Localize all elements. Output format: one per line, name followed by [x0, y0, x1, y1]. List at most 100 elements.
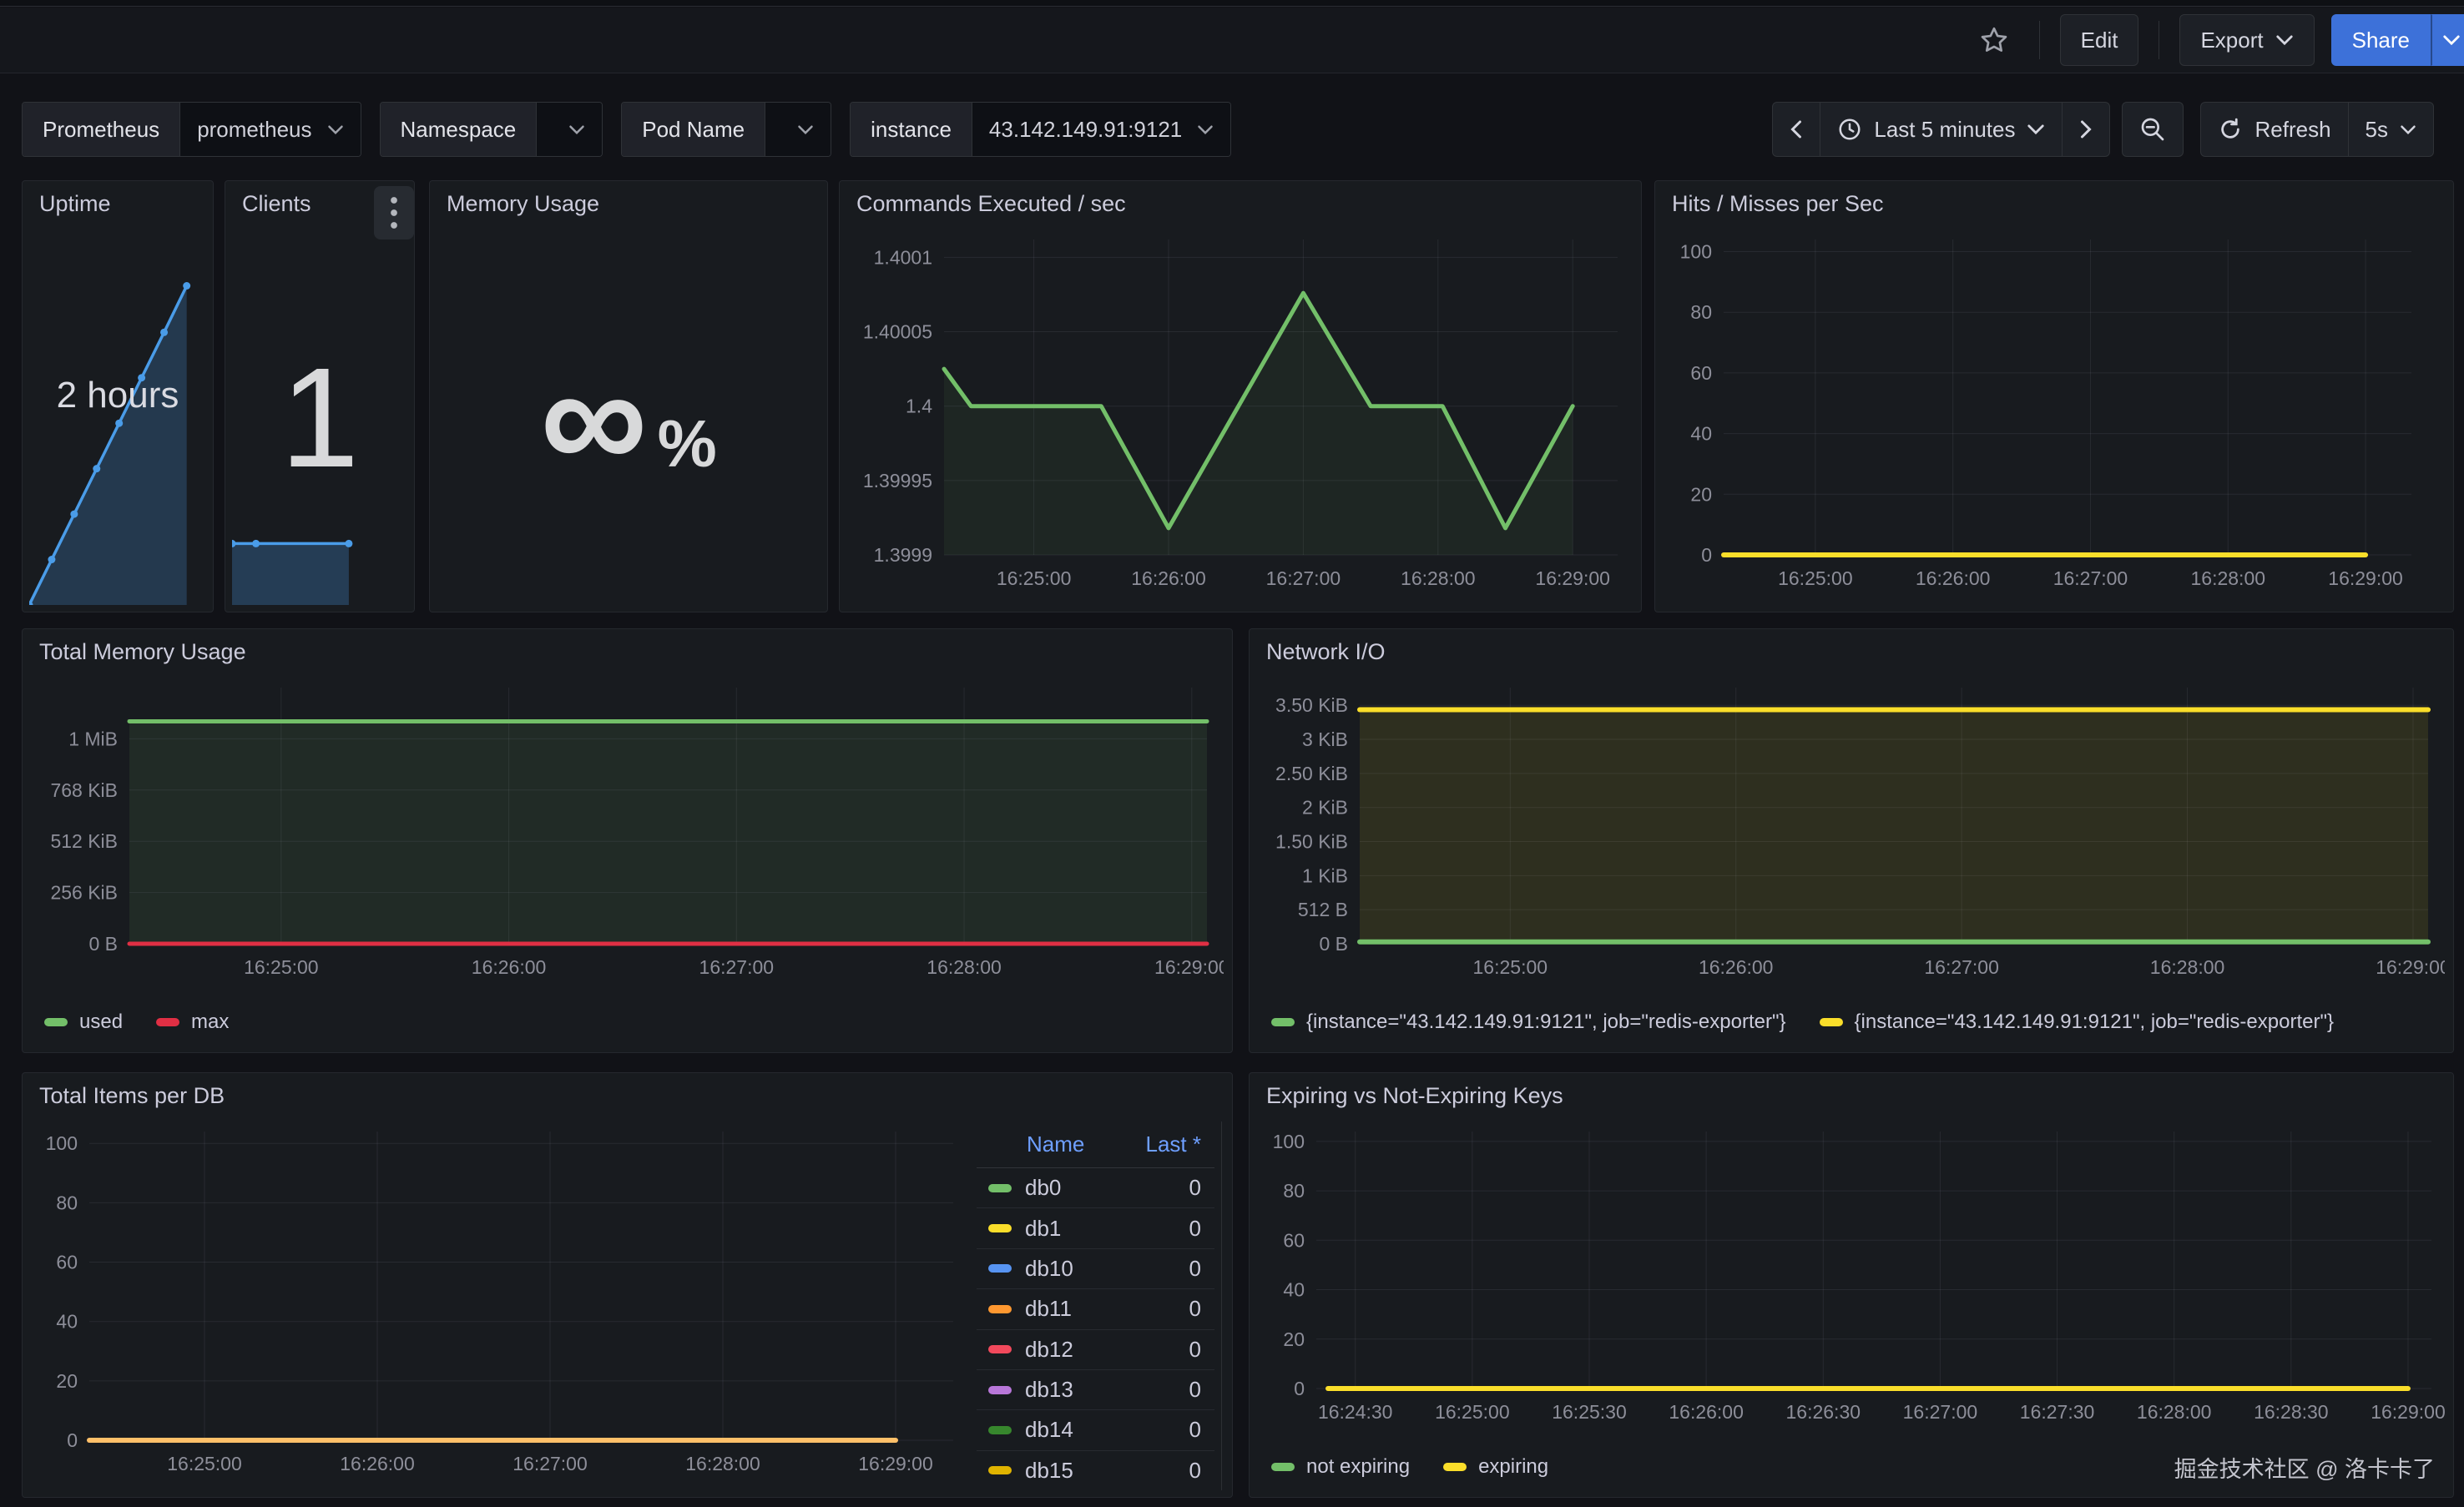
zoom-out-time-button[interactable]: [2122, 102, 2184, 157]
panel-hits-misses: Hits / Misses per Sec 16:25:0016:26:0016…: [1654, 180, 2454, 612]
series-swatch: [988, 1184, 1012, 1192]
table-row-db1[interactable]: db1 0: [977, 1208, 1214, 1248]
edit-button[interactable]: Edit: [2060, 14, 2139, 66]
svg-text:16:29:00: 16:29:00: [2328, 567, 2403, 589]
svg-text:16:27:00: 16:27:00: [1266, 567, 1341, 589]
svg-text:512 KiB: 512 KiB: [50, 830, 118, 852]
svg-text:80: 80: [56, 1192, 78, 1213]
series-swatch: [1820, 1018, 1843, 1026]
chevron-down-icon: [327, 124, 344, 135]
time-shift-back-button[interactable]: [1772, 102, 1820, 157]
time-range-label: Last 5 minutes: [1874, 117, 2015, 143]
table-row-db10[interactable]: db10 0: [977, 1249, 1214, 1289]
memory-usage-unit: %: [658, 406, 717, 482]
svg-text:16:29:00: 16:29:00: [1535, 567, 1610, 589]
table-row-db14[interactable]: db14 0: [977, 1410, 1214, 1450]
network-io-chart[interactable]: 16:25:0016:26:0016:27:0016:28:0016:29:00…: [1258, 674, 2445, 992]
legend-item-expiring[interactable]: expiring: [1443, 1455, 1548, 1479]
svg-text:40: 40: [1283, 1279, 1305, 1301]
svg-text:0 B: 0 B: [1319, 933, 1348, 955]
export-button[interactable]: Export: [2179, 14, 2314, 66]
table-row-db0[interactable]: db0 0: [977, 1168, 1214, 1208]
panel-commands-executed: Commands Executed / sec 16:25:0016:26:00…: [839, 180, 1642, 612]
svg-text:16:28:00: 16:28:00: [2191, 567, 2266, 589]
svg-text:1.39995: 1.39995: [863, 470, 932, 491]
svg-text:16:26:00: 16:26:00: [1131, 567, 1206, 589]
svg-text:16:27:00: 16:27:00: [699, 956, 775, 978]
panel-uptime-title[interactable]: Uptime: [23, 181, 213, 226]
legend-label: used: [79, 1011, 123, 1034]
svg-text:16:25:30: 16:25:30: [1552, 1401, 1627, 1423]
share-menu-button[interactable]: [2431, 14, 2464, 66]
legend-label: {instance="43.142.149.91:9121", job="red…: [1306, 1011, 1786, 1034]
expiring-keys-chart[interactable]: 16:24:3016:25:0016:25:3016:26:0016:26:30…: [1258, 1118, 2445, 1437]
table-row-db11[interactable]: db11 0: [977, 1289, 1214, 1329]
favorite-star-button[interactable]: [1969, 14, 2019, 66]
series-swatch: [1271, 1463, 1295, 1471]
svg-text:0 B: 0 B: [88, 933, 118, 955]
refresh-interval-dropdown[interactable]: 5s: [2348, 102, 2434, 157]
legend-item-not-expiring[interactable]: not expiring: [1271, 1455, 1410, 1479]
time-shift-forward-button[interactable]: [2062, 102, 2110, 157]
panel-menu-button[interactable]: [374, 186, 414, 239]
svg-text:16:24:30: 16:24:30: [1318, 1401, 1393, 1423]
db-value: 0: [1189, 1337, 1214, 1363]
svg-text:20: 20: [1690, 483, 1712, 505]
chevron-down-icon: [1197, 124, 1214, 135]
svg-text:16:29:00: 16:29:00: [2371, 1401, 2445, 1423]
variable-pod-name-label: Pod Name: [622, 103, 765, 156]
panel-memory-usage-title[interactable]: Memory Usage: [430, 181, 827, 226]
table-row-db12[interactable]: db12 0: [977, 1330, 1214, 1370]
total-items-legend-table: Name Last * db0 0 db1 0 db10 0 db11 0 db…: [977, 1121, 1222, 1490]
svg-text:40: 40: [1690, 423, 1712, 445]
legend-label: not expiring: [1306, 1455, 1410, 1479]
db-value: 0: [1189, 1417, 1214, 1443]
legend-item-network-in[interactable]: {instance="43.142.149.91:9121", job="red…: [1271, 1011, 1786, 1034]
total-memory-chart[interactable]: 16:25:0016:26:0016:27:0016:28:0016:29:00…: [31, 674, 1224, 992]
panel-total-items-title[interactable]: Total Items per DB: [23, 1073, 1232, 1118]
panel-network-io-title[interactable]: Network I/O: [1250, 629, 2453, 674]
variable-pod-name-dropdown[interactable]: [765, 103, 831, 156]
series-swatch: [1443, 1463, 1467, 1471]
panel-total-memory-title[interactable]: Total Memory Usage: [23, 629, 1232, 674]
variable-namespace-label: Namespace: [381, 103, 537, 156]
share-button[interactable]: Share: [2331, 14, 2431, 66]
svg-text:16:27:00: 16:27:00: [512, 1453, 588, 1474]
panel-clients: Clients 1: [225, 180, 415, 612]
svg-text:1.50 KiB: 1.50 KiB: [1275, 831, 1348, 853]
panel-expiring-keys-title[interactable]: Expiring vs Not-Expiring Keys: [1250, 1073, 2453, 1118]
panel-memory-usage: Memory Usage ∞ %: [429, 180, 828, 612]
commands-executed-chart[interactable]: 16:25:0016:26:0016:27:0016:28:0016:29:00…: [848, 226, 1633, 603]
hits-misses-chart[interactable]: 16:25:0016:26:0016:27:0016:28:0016:29:00…: [1664, 226, 2445, 603]
legend-item-used[interactable]: used: [44, 1011, 123, 1034]
chevron-right-icon: [2079, 119, 2093, 139]
svg-text:1 MiB: 1 MiB: [68, 728, 118, 749]
db-name: db1: [1025, 1216, 1189, 1242]
total-items-chart[interactable]: 16:25:0016:26:0016:27:0016:28:0016:29:00…: [31, 1118, 967, 1489]
db-value: 0: [1189, 1458, 1214, 1484]
svg-text:16:26:00: 16:26:00: [1669, 1401, 1744, 1423]
refresh-interval-label: 5s: [2366, 117, 2388, 143]
panel-commands-executed-title[interactable]: Commands Executed / sec: [840, 181, 1641, 226]
table-row-db15[interactable]: db15 0: [977, 1451, 1214, 1490]
variable-prometheus-value: prometheus: [197, 117, 311, 143]
series-swatch: [988, 1345, 1012, 1353]
refresh-icon: [2218, 117, 2243, 142]
refresh-button[interactable]: Refresh: [2200, 102, 2348, 157]
time-range-picker-button[interactable]: Last 5 minutes: [1820, 102, 2063, 157]
legend-table-header: Name Last *: [977, 1121, 1214, 1168]
svg-text:1.4001: 1.4001: [874, 246, 932, 268]
legend-item-max[interactable]: max: [156, 1011, 229, 1034]
variable-instance-label: instance: [851, 103, 972, 156]
legend-table-header-name[interactable]: Name: [977, 1132, 1146, 1157]
network-io-legend: {instance="43.142.149.91:9121", job="red…: [1271, 1004, 2334, 1041]
panel-hits-misses-title[interactable]: Hits / Misses per Sec: [1655, 181, 2453, 226]
legend-table-header-last[interactable]: Last *: [1146, 1132, 1215, 1157]
total-memory-legend: used max: [44, 1004, 229, 1041]
db-name: db12: [1025, 1337, 1189, 1363]
variable-prometheus-dropdown[interactable]: prometheus: [179, 103, 360, 156]
variable-namespace-dropdown[interactable]: [536, 103, 602, 156]
variable-instance-dropdown[interactable]: 43.142.149.91:9121: [972, 103, 1230, 156]
table-row-db13[interactable]: db13 0: [977, 1370, 1214, 1410]
legend-item-network-out[interactable]: {instance="43.142.149.91:9121", job="red…: [1820, 1011, 2335, 1034]
